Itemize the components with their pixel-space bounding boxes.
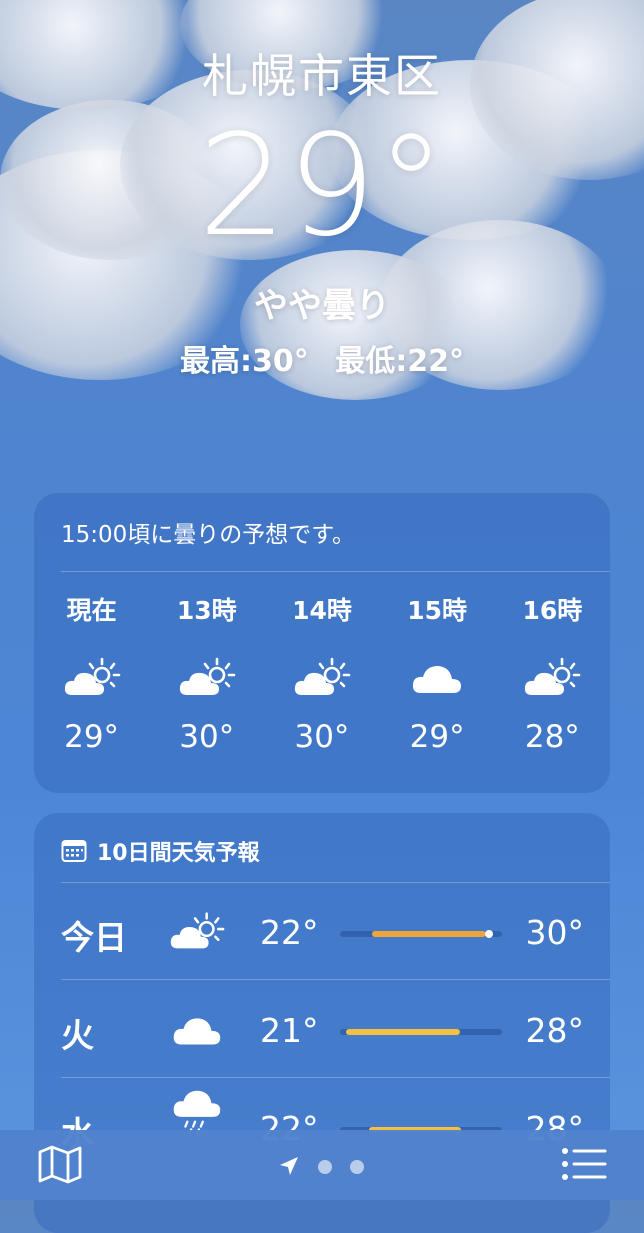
- page-dot[interactable]: [350, 1160, 364, 1174]
- hour-label: 14時: [292, 596, 352, 625]
- hour-label: 15時: [407, 596, 468, 625]
- high-low: 最高:30° 最低:22°: [0, 336, 644, 380]
- divider: [61, 571, 610, 572]
- hour-temp: 30°: [179, 719, 235, 755]
- partly-cloudy-day-icon: [64, 657, 120, 695]
- current-condition: やや曇り: [254, 286, 390, 326]
- day-low-temp: 21°: [260, 1011, 319, 1050]
- hour-label: 現在: [66, 596, 117, 625]
- partly-cloudy-day-icon: [525, 657, 581, 695]
- divider: [61, 1077, 610, 1078]
- hour-item: 現在 29°: [34, 583, 149, 773]
- day-high-temp: 30°: [525, 913, 585, 952]
- divider: [61, 979, 610, 980]
- calendar-icon: [61, 840, 87, 862]
- hour-label: 16時: [522, 596, 583, 625]
- daily-header-label: 10日間天気予報: [97, 841, 260, 866]
- map-icon[interactable]: [36, 1144, 84, 1184]
- hour-temp: 29°: [409, 719, 465, 755]
- hour-temp: 28°: [524, 719, 580, 755]
- page-dot[interactable]: [318, 1160, 332, 1174]
- daily-header: 10日間天気予報: [61, 835, 260, 867]
- current-temp-marker: [485, 930, 494, 938]
- hour-temp: 29°: [64, 719, 120, 755]
- day-low-temp: 22°: [260, 913, 319, 952]
- hour-temp: 30°: [294, 719, 350, 755]
- high-temp: 最高:30°: [180, 344, 309, 379]
- hourly-summary: 15:00頃に曇りの予想です。: [61, 522, 355, 548]
- bottom-toolbar: [0, 1130, 644, 1200]
- partly-cloudy-day-icon: [170, 912, 225, 949]
- day-name: 今日: [61, 918, 127, 957]
- hour-item: 15時 29°: [380, 583, 495, 773]
- hourly-row[interactable]: 現在 29° 13時 30° 14時 30° 15時 29° 16時 28°: [34, 583, 610, 773]
- hour-item: 16時 28°: [495, 583, 610, 773]
- location-arrow-icon[interactable]: [278, 1156, 300, 1176]
- day-row[interactable]: 今日 22° 30°: [34, 883, 610, 981]
- location-title: 札幌市東区: [202, 49, 442, 103]
- temp-range-bar: [340, 1029, 502, 1035]
- day-row[interactable]: 火 21° 28°: [34, 981, 610, 1079]
- current-temperature: 29°: [197, 105, 447, 268]
- hour-item: 14時 30°: [264, 583, 379, 773]
- temp-range-fill: [372, 931, 486, 937]
- hourly-forecast-card[interactable]: 15:00頃に曇りの予想です。 現在 29° 13時 30° 14時 30° 1…: [34, 493, 610, 793]
- hour-item: 13時 30°: [149, 583, 264, 773]
- list-icon[interactable]: [560, 1146, 608, 1182]
- day-name: 火: [61, 1016, 94, 1055]
- day-high-temp: 28°: [525, 1011, 585, 1050]
- low-temp: 最低:22°: [335, 344, 464, 379]
- partly-cloudy-day-icon: [179, 657, 236, 695]
- temp-range-bar: [340, 930, 502, 938]
- temp-range-fill: [346, 1029, 460, 1035]
- cloud-icon: [173, 1018, 221, 1045]
- cloud-icon: [413, 666, 462, 693]
- partly-cloudy-day-icon: [294, 657, 351, 695]
- hour-label: 13時: [176, 596, 237, 625]
